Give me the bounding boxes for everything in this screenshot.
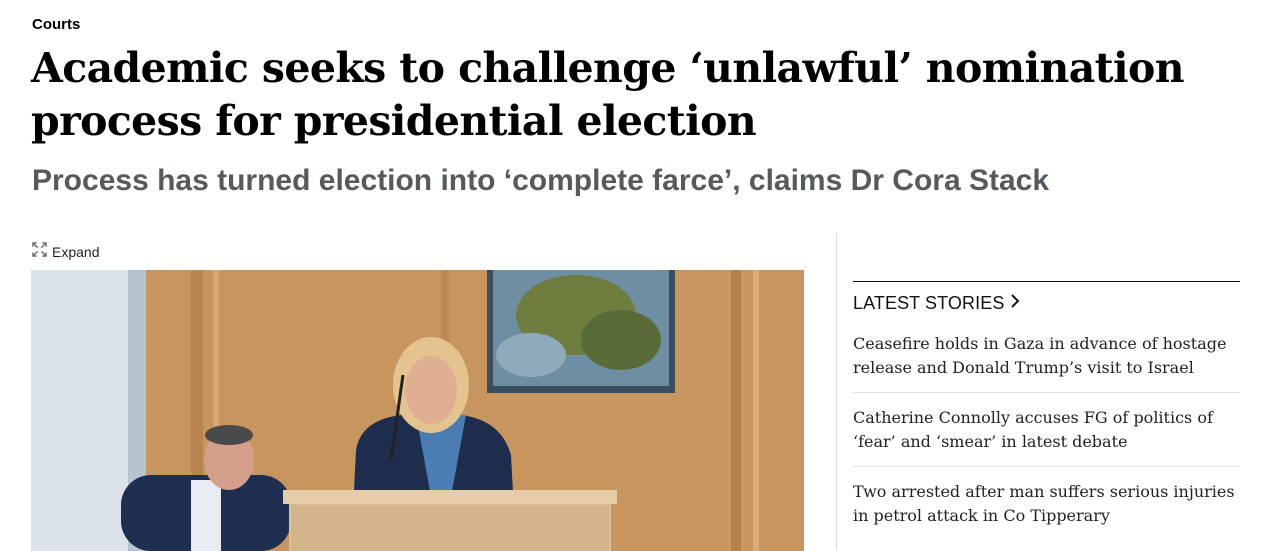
chevron-right-icon xyxy=(1010,293,1020,313)
latest-stories-panel: LATEST STORIES Ceasefire holds in Gaza i… xyxy=(853,281,1240,551)
story-link[interactable]: Ceasefire holds in Gaza in advance of ho… xyxy=(853,332,1240,393)
article-subheadline: Process has turned election into ‘comple… xyxy=(32,164,1050,197)
story-link[interactable]: Catherine Connolly accuses FG of politic… xyxy=(853,406,1240,467)
article-photo[interactable] xyxy=(31,270,804,551)
latest-stories-list: Ceasefire holds in Gaza in advance of ho… xyxy=(853,332,1240,540)
photo-window xyxy=(31,270,131,551)
article-headline: Academic seeks to challenge ‘unlawful’ n… xyxy=(31,44,1185,145)
section-label[interactable]: Courts xyxy=(32,16,80,33)
expand-arrows-icon xyxy=(32,242,47,262)
expand-label: Expand xyxy=(52,244,100,260)
column-divider xyxy=(836,233,837,551)
latest-stories-title: LATEST STORIES xyxy=(853,292,1005,313)
latest-stories-link[interactable]: LATEST STORIES xyxy=(853,293,1240,313)
story-link[interactable]: Two arrested after man suffers serious i… xyxy=(853,480,1240,540)
expand-button[interactable]: Expand xyxy=(32,242,100,262)
